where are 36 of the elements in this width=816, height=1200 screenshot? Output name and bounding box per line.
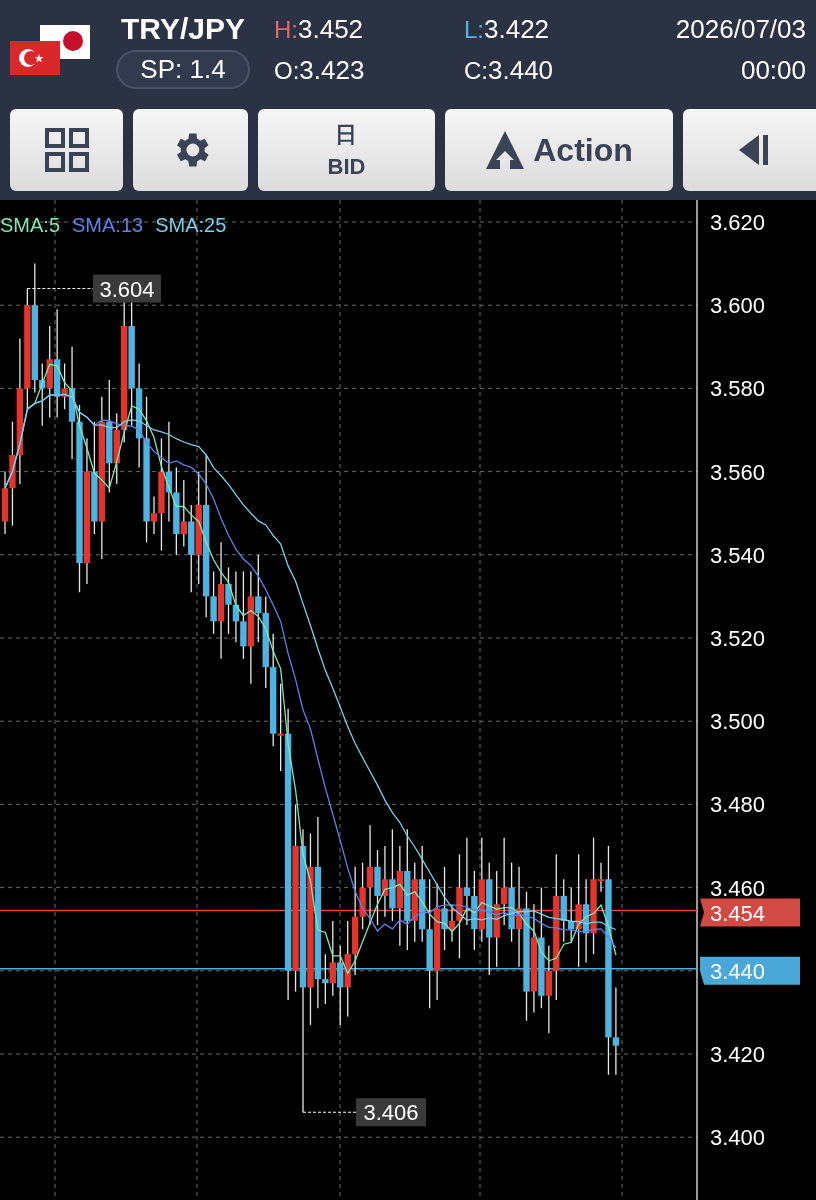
bid-price-tag: 3.454 xyxy=(700,898,800,927)
grid-icon xyxy=(44,128,89,172)
layout-button[interactable] xyxy=(10,109,123,191)
quote-value: 3.422 xyxy=(484,14,550,45)
price-axis-label: 3.480 xyxy=(710,792,766,818)
price-axis-label: 3.460 xyxy=(710,875,766,901)
spread-badge: SP: 1.4 xyxy=(116,49,250,89)
currency-pair: TRY/JPY xyxy=(121,11,245,46)
period-button[interactable]: 日 BID xyxy=(258,109,435,191)
quote-time: 00:00 xyxy=(740,55,806,86)
quote-label: H: xyxy=(274,16,298,44)
collapse-left-icon xyxy=(737,133,769,167)
indicator-legend: SMA:25 xyxy=(155,214,227,236)
triangle-arrow-icon xyxy=(485,130,526,170)
price-axis-label: 3.520 xyxy=(710,626,766,651)
price-axis-label: 3.400 xyxy=(710,1125,766,1151)
collapse-button[interactable] xyxy=(683,109,816,191)
action-button[interactable]: Action xyxy=(445,109,673,191)
quote-value: 3.423 xyxy=(299,55,365,86)
price-axis-label: 3.600 xyxy=(710,293,766,319)
price-axis-label: 3.500 xyxy=(710,709,766,735)
settings-button[interactable] xyxy=(133,109,248,191)
quote-date: 2026/07/03 xyxy=(675,14,806,45)
quote-label: L: xyxy=(464,16,484,44)
price-axis-label: 3.560 xyxy=(710,459,766,485)
quote-label: O: xyxy=(274,57,300,85)
quote-value: 3.440 xyxy=(488,55,554,86)
price-axis-label: 3.620 xyxy=(710,210,766,235)
indicator-legend: SMA:5 xyxy=(0,214,61,236)
price-axis-label: 3.540 xyxy=(710,542,766,568)
ask-price-tag: 3.440 xyxy=(700,956,800,985)
quote-label: C: xyxy=(464,57,488,85)
indicator-legend: SMA:13 xyxy=(72,214,144,236)
quote-value: 3.452 xyxy=(298,14,364,45)
price-axis-label: 3.420 xyxy=(710,1042,766,1067)
price-axis-label: 3.580 xyxy=(710,376,766,402)
